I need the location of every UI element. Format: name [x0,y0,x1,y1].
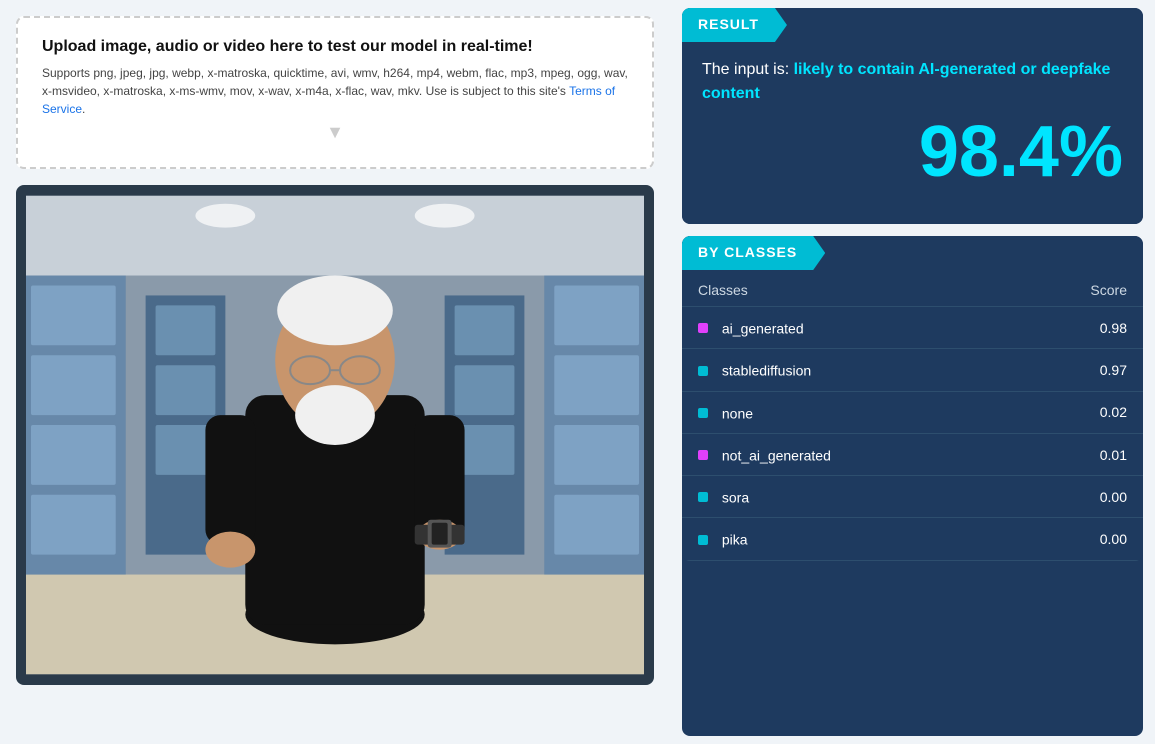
table-row: stablediffusion 0.97 [682,349,1143,391]
col-header-classes: Classes [682,270,1008,307]
class-name-label: not_ai_generated [722,447,831,463]
class-color-indicator [698,535,708,545]
classes-header-text: BY CLASSES [698,244,797,260]
class-name-cell: pika [682,518,1008,560]
result-percentage: 98.4% [702,116,1123,188]
upload-title: Upload image, audio or video here to tes… [42,38,628,56]
classes-card: BY CLASSES Classes Score ai_generated 0.… [682,236,1143,736]
result-header-text: RESULT [698,16,759,32]
class-name-cell: ai_generated [682,307,1008,349]
image-container [16,185,654,685]
class-name-label: stablediffusion [722,363,811,379]
class-score-cell: 0.00 [1008,476,1143,518]
class-color-indicator [698,323,708,333]
class-name-label: none [722,405,753,421]
left-panel: Upload image, audio or video here to tes… [0,0,670,744]
classes-header: BY CLASSES [682,236,825,270]
upload-box[interactable]: Upload image, audio or video here to tes… [16,16,654,169]
result-description: The input is: likely to contain AI-gener… [702,58,1123,106]
class-name-cell: stablediffusion [682,349,1008,391]
class-name-label: ai_generated [722,320,804,336]
result-card: RESULT The input is: likely to contain A… [682,8,1143,224]
class-score-cell: 0.98 [1008,307,1143,349]
class-name-cell: not_ai_generated [682,433,1008,475]
result-body: The input is: likely to contain AI-gener… [682,42,1143,208]
class-color-indicator [698,408,708,418]
class-color-indicator [698,492,708,502]
table-row: none 0.02 [682,391,1143,433]
class-score-cell: 0.00 [1008,518,1143,560]
classes-table: Classes Score ai_generated 0.98 stabledi… [682,270,1143,561]
result-header: RESULT [682,8,787,42]
class-score-cell: 0.01 [1008,433,1143,475]
table-row: ai_generated 0.98 [682,307,1143,349]
table-row: sora 0.00 [682,476,1143,518]
class-name-label: pika [722,532,748,548]
classes-table-wrapper[interactable]: Classes Score ai_generated 0.98 stabledi… [682,270,1143,561]
class-color-indicator [698,450,708,460]
upload-description: Supports png, jpeg, jpg, webp, x-matrosk… [42,64,628,118]
class-score-cell: 0.02 [1008,391,1143,433]
class-name-cell: none [682,391,1008,433]
uploaded-image [26,195,644,675]
table-row: pika 0.00 [682,518,1143,560]
class-color-indicator [698,366,708,376]
class-score-cell: 0.97 [1008,349,1143,391]
right-panel: RESULT The input is: likely to contain A… [670,0,1155,744]
arrow-down-icon: ▼ [42,122,628,143]
class-name-cell: sora [682,476,1008,518]
col-header-score: Score [1008,270,1143,307]
class-name-label: sora [722,489,749,505]
table-row: not_ai_generated 0.01 [682,433,1143,475]
